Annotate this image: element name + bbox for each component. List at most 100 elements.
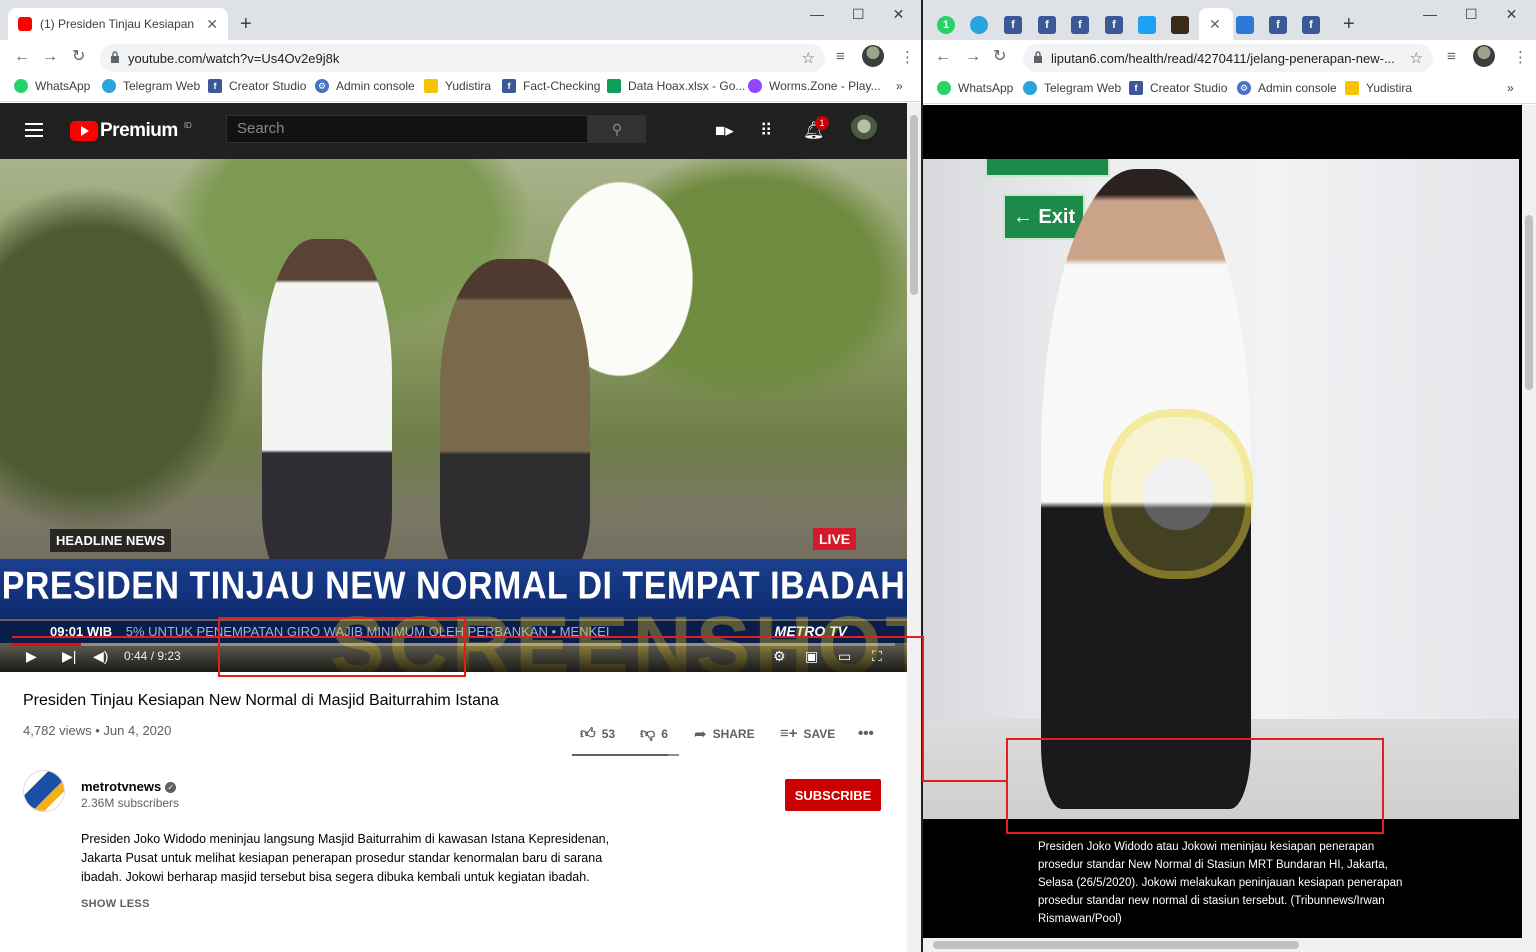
scrollbar-thumb[interactable] (910, 115, 918, 295)
annotation-box-photo-shoes (1006, 738, 1384, 834)
profile-avatar[interactable] (862, 45, 884, 67)
bookmark-whatsapp[interactable]: WhatsApp (937, 81, 1013, 95)
tab-facebook-2[interactable]: f (1038, 16, 1056, 34)
bookmark-data-hoax[interactable]: Data Hoax.xlsx - Go... (607, 79, 745, 93)
settings-gear-icon[interactable]: ⚙ (773, 648, 786, 665)
page-scrollbar[interactable] (907, 103, 921, 952)
account-avatar[interactable] (850, 115, 878, 143)
bookmark-star-icon[interactable]: ☆ (1410, 49, 1423, 67)
bookmarks-overflow-icon[interactable]: » (1507, 81, 1514, 95)
next-icon[interactable]: ▶| (62, 648, 76, 665)
bookmark-yudistira[interactable]: Yudistira (424, 79, 491, 93)
tab-liputan6-active[interactable]: ✕ (1199, 8, 1233, 40)
address-bar[interactable]: youtube.com/watch?v=Us4Ov2e9j8k ☆ (100, 44, 825, 72)
bookmark-whatsapp[interactable]: WhatsApp (14, 79, 90, 93)
annotation-line-horizontal (12, 636, 924, 638)
like-button[interactable]: 👍︎ 53 (580, 725, 615, 743)
telegram-icon (102, 79, 116, 93)
page-scrollbar[interactable] (1522, 105, 1536, 938)
tab-twitter[interactable] (1138, 16, 1156, 34)
horizontal-scrollbar-thumb[interactable] (933, 941, 1299, 949)
profile-avatar[interactable] (1473, 45, 1495, 67)
maximize-icon[interactable]: ☐ (852, 6, 865, 23)
bookmark-telegram[interactable]: Telegram Web (102, 79, 200, 93)
add-to-playlist-icon: ≡+ (780, 725, 798, 742)
address-bar[interactable]: liputan6.com/health/read/4270411/jelang-… (1023, 44, 1433, 72)
tab-close-icon[interactable]: ✕ (1209, 16, 1221, 33)
menu-dots-icon[interactable]: ⋮ (900, 48, 915, 66)
miniplayer-icon[interactable]: ▣ (805, 648, 818, 665)
tab-telegram[interactable] (970, 16, 988, 34)
bookmark-creator-studio[interactable]: f Creator Studio (208, 79, 306, 93)
save-button[interactable]: ≡+ SAVE (780, 725, 835, 742)
like-ratio-bar (572, 754, 679, 756)
minimize-icon[interactable]: — (810, 6, 824, 23)
tab-close-icon[interactable]: ✕ (206, 16, 218, 33)
reload-icon[interactable]: ↻ (993, 48, 1006, 66)
bookmark-admin-console[interactable]: ⚙ Admin console (1237, 81, 1337, 95)
facebook-icon: f (502, 79, 516, 93)
tab-strip: 1 f f f f ✕ f f + — ☐ ✕ (923, 0, 1536, 40)
more-actions-icon[interactable]: ••• (858, 725, 880, 742)
bookmark-worms-zone[interactable]: Worms.Zone - Play... (748, 79, 881, 93)
volume-icon[interactable]: ◀) (93, 648, 108, 665)
tab-facebook-6[interactable]: f (1302, 16, 1320, 34)
lock-icon (1034, 51, 1042, 63)
bookmark-yudistira[interactable]: Yudistira (1345, 81, 1412, 95)
video-player[interactable]: HEADLINE NEWS LIVE PRESIDEN TINJAU NEW N… (0, 159, 907, 672)
tab-liputan6[interactable] (1236, 16, 1254, 34)
search-input[interactable]: Search (226, 115, 588, 143)
live-badge: LIVE (813, 528, 857, 550)
youtube-header: Premium ID Search ⚲ ■▸ ⠿ 🔔︎ 1 (0, 103, 907, 159)
bookmark-creator-studio[interactable]: f Creator Studio (1129, 81, 1227, 95)
bookmark-telegram[interactable]: Telegram Web (1023, 81, 1121, 95)
maximize-icon[interactable]: ☐ (1465, 6, 1478, 23)
tab-emblem[interactable] (1171, 16, 1189, 34)
apps-grid-icon[interactable]: ⠿ (760, 121, 772, 141)
tab-facebook-3[interactable]: f (1071, 16, 1089, 34)
fullscreen-icon[interactable]: ⛶ (872, 648, 882, 665)
menu-dots-icon[interactable]: ⋮ (1513, 48, 1528, 66)
horizontal-scrollbar[interactable] (923, 938, 1536, 952)
close-window-icon[interactable]: ✕ (1506, 6, 1518, 23)
video-person-white-shirt (262, 239, 392, 579)
share-button[interactable]: ➦ SHARE (694, 725, 755, 743)
tab-facebook-5[interactable]: f (1269, 16, 1287, 34)
scrollbar-thumb[interactable] (1525, 215, 1533, 390)
yudistira-icon (424, 79, 438, 93)
subscribe-button[interactable]: SUBSCRIBE (785, 779, 881, 811)
hamburger-menu-icon[interactable] (25, 123, 43, 137)
annotation-line-vertical (922, 636, 924, 782)
tab-facebook-1[interactable]: f (1004, 16, 1022, 34)
media-queue-icon[interactable]: ≡ (1447, 48, 1456, 65)
forward-icon[interactable]: → (42, 48, 58, 66)
create-video-icon[interactable]: ■▸ (715, 121, 734, 141)
show-less-button[interactable]: SHOW LESS (81, 898, 150, 910)
theater-mode-icon[interactable]: ▭ (838, 648, 851, 665)
bookmark-star-icon[interactable]: ☆ (802, 49, 815, 67)
tab-youtube[interactable]: (1) Presiden Tinjau Kesiapan New Normal … (8, 8, 228, 40)
bookmark-admin-console[interactable]: ⚙ Admin console (315, 79, 415, 93)
bookmark-fact-checking[interactable]: f Fact-Checking (502, 79, 600, 93)
youtube-logo[interactable]: Premium ID (70, 120, 192, 142)
minimize-icon[interactable]: — (1423, 6, 1437, 23)
channel-avatar[interactable] (23, 770, 65, 812)
close-window-icon[interactable]: ✕ (893, 6, 905, 23)
back-icon[interactable]: ← (14, 48, 30, 66)
dislike-button[interactable]: 👎︎ 6 (640, 725, 668, 743)
url-text: youtube.com/watch?v=Us4Ov2e9j8k (128, 50, 340, 66)
media-queue-icon[interactable]: ≡ (836, 48, 845, 65)
channel-name[interactable]: metrotvnews ✓ (81, 779, 177, 794)
new-tab-icon[interactable]: + (1343, 12, 1355, 36)
bookmarks-overflow-icon[interactable]: » (896, 79, 903, 93)
play-icon[interactable]: ▶ (26, 648, 37, 665)
search-button[interactable]: ⚲ (588, 115, 646, 143)
search-icon: ⚲ (611, 120, 623, 137)
tab-whatsapp[interactable]: 1 (937, 16, 955, 34)
forward-icon[interactable]: → (965, 48, 981, 66)
reload-icon[interactable]: ↻ (72, 48, 85, 66)
browser-toolbar: ← → ↻ youtube.com/watch?v=Us4Ov2e9j8k ☆ … (0, 40, 921, 74)
new-tab-icon[interactable]: + (240, 12, 252, 36)
tab-facebook-4[interactable]: f (1105, 16, 1123, 34)
back-icon[interactable]: ← (935, 48, 951, 66)
